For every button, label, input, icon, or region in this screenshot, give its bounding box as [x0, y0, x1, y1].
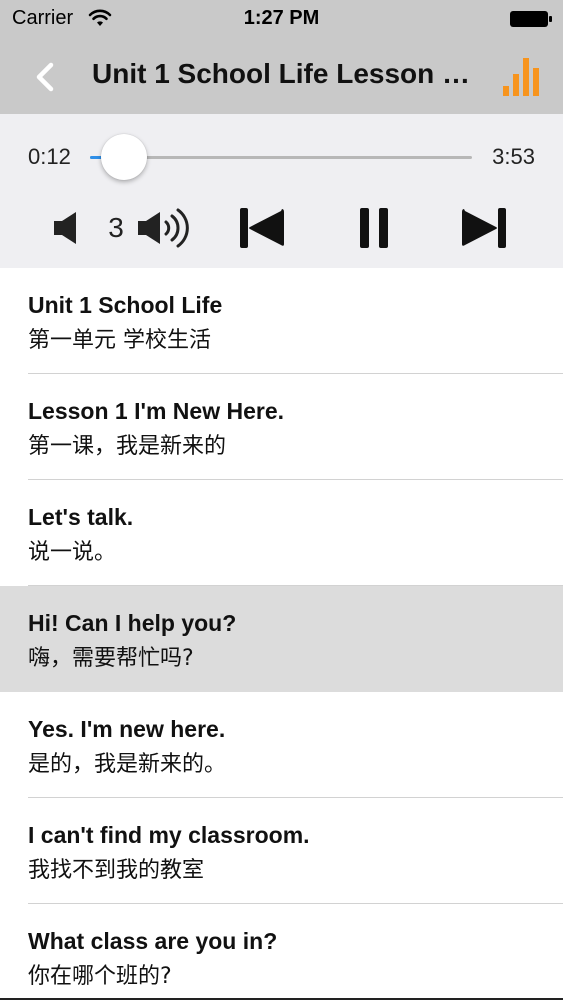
list-item[interactable]: Lesson 1 I'm New Here. 第一课，我是新来的	[0, 374, 563, 480]
item-english-text: Let's talk.	[28, 504, 134, 530]
volume-up-icon[interactable]	[136, 206, 192, 250]
item-english-text: I can't find my classroom.	[28, 822, 310, 848]
list-item[interactable]: Yes. I'm new here. 是的，我是新来的。	[0, 692, 563, 798]
item-chinese-text: 说一说。	[28, 540, 117, 565]
progress-slider[interactable]	[90, 134, 472, 180]
page-title: Unit 1 School Life Lesson 1 I'm New Here…	[92, 58, 472, 89]
nav-bar: Unit 1 School Life Lesson 1 I'm New Here…	[0, 38, 563, 114]
item-chinese-text: 你在哪个班的?	[28, 964, 172, 989]
item-english-text: Hi! Can I help you?	[28, 610, 237, 636]
total-time: 3:53	[492, 144, 535, 169]
audio-player: 0:12 3:53 3	[0, 114, 563, 268]
item-english-text: Yes. I'm new here.	[28, 716, 226, 742]
pause-button[interactable]	[352, 206, 396, 250]
progress-thumb[interactable]	[100, 134, 147, 180]
item-chinese-text: 第一单元 学校生活	[28, 328, 211, 353]
lesson-list: Unit 1 School Life 第一单元 学校生活 Lesson 1 I'…	[0, 268, 563, 1000]
list-item[interactable]: Let's talk. 说一说。	[0, 480, 563, 586]
item-chinese-text: 嗨，需要帮忙吗?	[28, 646, 194, 671]
list-item[interactable]: I can't find my classroom. 我找不到我的教室	[0, 798, 563, 904]
item-chinese-text: 是的，我是新来的。	[28, 752, 227, 777]
item-english-text: What class are you in?	[28, 928, 278, 954]
status-bar: Carrier 1:27 PM	[0, 0, 563, 38]
status-time: 1:27 PM	[243, 7, 320, 29]
item-chinese-text: 第一课，我是新来的	[28, 434, 227, 459]
volume-level: 3	[108, 212, 124, 243]
next-track-button[interactable]	[458, 206, 510, 250]
back-button[interactable]	[20, 52, 70, 102]
battery-icon	[510, 11, 552, 27]
list-item-active[interactable]: Hi! Can I help you? 嗨，需要帮忙吗?	[0, 586, 563, 692]
elapsed-time: 0:12	[28, 144, 71, 169]
list-item[interactable]: What class are you in? 你在哪个班的?	[0, 904, 563, 1000]
item-chinese-text: 我找不到我的教室	[28, 858, 205, 883]
item-english-text: Lesson 1 I'm New Here.	[28, 398, 285, 424]
item-english-text: Unit 1 School Life	[28, 292, 223, 318]
chevron-left-icon	[36, 62, 54, 92]
bar-chart-icon[interactable]	[499, 52, 547, 100]
previous-track-button[interactable]	[236, 206, 288, 250]
volume-down-icon[interactable]	[52, 210, 82, 246]
list-item[interactable]: Unit 1 School Life 第一单元 学校生活	[0, 268, 563, 374]
